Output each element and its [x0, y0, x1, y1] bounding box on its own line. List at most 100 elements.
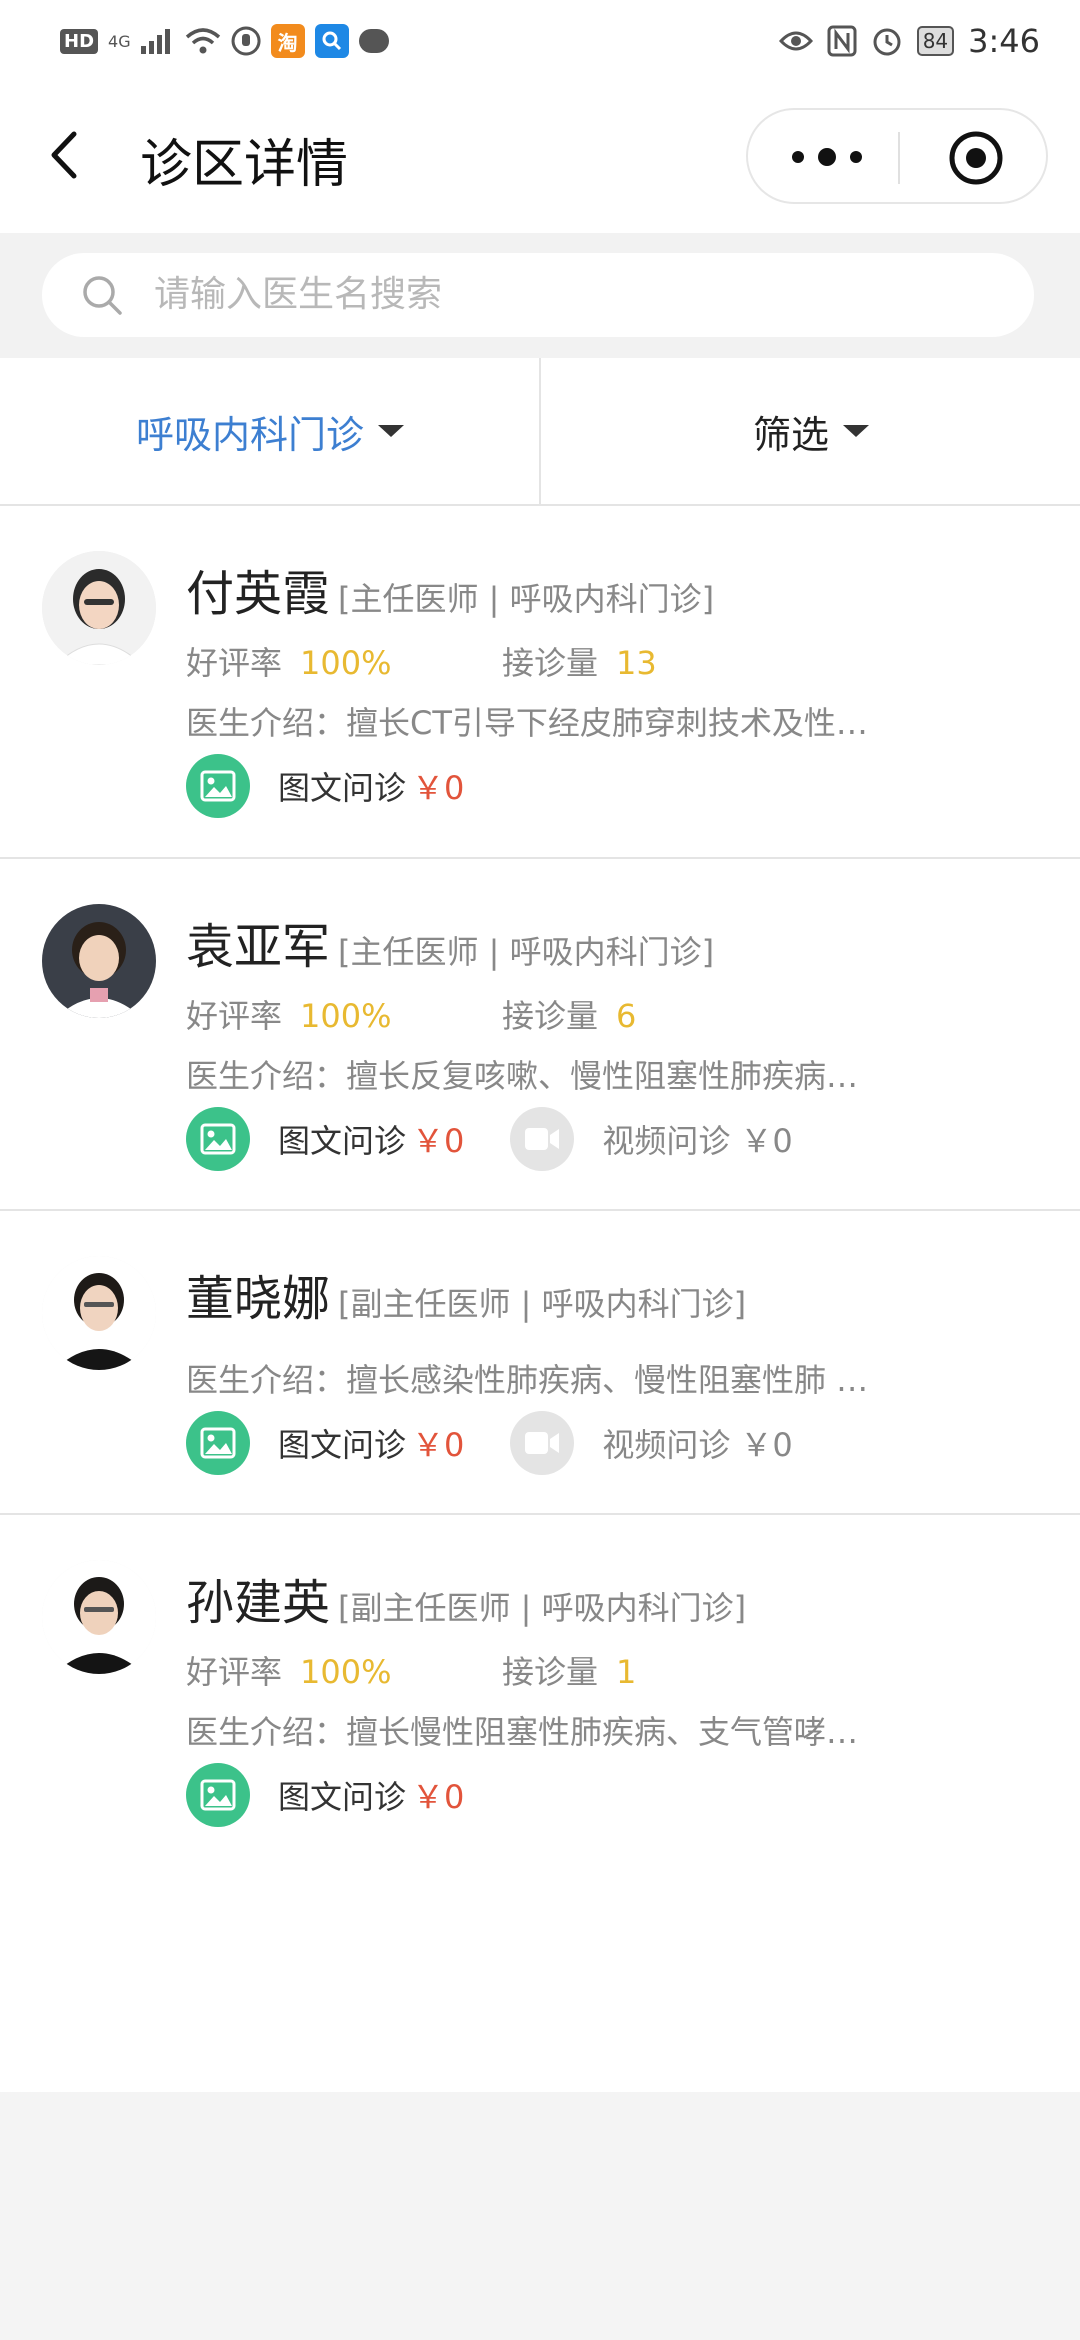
doctor-name-row: 董晓娜 [副主任医师 | 呼吸内科门诊]	[186, 1259, 746, 1329]
rating-stat: 好评率 100%	[186, 638, 392, 684]
network-type-icon: 4G	[108, 31, 131, 51]
doctor-list: 付英霞 [主任医师 | 呼吸内科门诊] 好评率 100% 接诊量 13 医生介绍：擅长…	[0, 506, 1080, 2092]
filter-label: 筛选	[752, 412, 829, 457]
doctor-title-tag: [副主任医师 | 呼吸内科门诊]	[338, 1589, 747, 1627]
doctor-name: 董晓娜	[186, 1271, 331, 1327]
capsule-divider	[898, 132, 900, 184]
chevron-down-icon	[843, 425, 869, 437]
page-title: 诊区详情	[140, 135, 349, 195]
doctor-name: 付英霞	[186, 566, 331, 622]
visits-stat: 接诊量 6	[502, 991, 636, 1037]
visits-stat: 接诊量 1	[502, 1647, 636, 1693]
doctor-intro: 医生介绍：擅长CT引导下经皮肺穿刺技术及性…	[186, 704, 868, 742]
doctor-name-row: 袁亚军 [主任医师 | 呼吸内科门诊]	[186, 907, 714, 977]
nav-bar: 诊区详情	[0, 80, 1080, 233]
search-section: 请输入医生名搜索	[0, 233, 1080, 358]
doctor-avatar	[42, 1256, 156, 1370]
hd-icon: HD	[60, 28, 99, 54]
battery-icon: 84	[916, 26, 955, 56]
doctor-title-tag: [主任医师 | 呼吸内科门诊]	[338, 580, 715, 618]
rating-label: 好评率	[186, 997, 283, 1035]
more-dots-icon[interactable]	[792, 140, 862, 174]
doctor-card[interactable]: 孙建英 [副主任医师 | 呼吸内科门诊] 好评率 100% 接诊量 1 医生介绍：擅长…	[0, 1515, 1080, 1835]
rating-label: 好评率	[186, 1653, 283, 1691]
visits-value: 6	[616, 997, 637, 1035]
visits-label: 接诊量	[502, 1653, 599, 1691]
filter-bar: 呼吸内科门诊 筛选	[0, 358, 1080, 506]
filter-dropdown[interactable]: 筛选	[541, 358, 1080, 504]
search-icon	[80, 273, 124, 317]
video-consult-price: ￥0	[740, 1426, 793, 1464]
service-row: 图文问诊 ￥0	[186, 1763, 464, 1827]
rating-value: 100%	[300, 997, 392, 1035]
rating-value: 100%	[300, 1653, 392, 1691]
visits-label: 接诊量	[502, 644, 599, 682]
text-consult-price: ￥0	[412, 769, 465, 807]
doctor-avatar	[42, 551, 156, 665]
wifi-icon	[185, 27, 221, 55]
service-row: 图文问诊 ￥0 视频问诊 ￥0	[186, 1107, 793, 1171]
doctor-title-tag: [主任医师 | 呼吸内科门诊]	[338, 933, 715, 971]
rating-stat: 好评率 100%	[186, 1647, 392, 1693]
status-bar: HD 4G 淘 84 3:46	[0, 0, 1080, 80]
text-consult-label[interactable]: 图文问诊	[278, 1420, 406, 1466]
text-consult-label[interactable]: 图文问诊	[278, 1772, 406, 1818]
text-consult-label[interactable]: 图文问诊	[278, 763, 406, 809]
video-consult-label: 视频问诊	[602, 1426, 731, 1464]
video-camera-icon	[510, 1107, 575, 1171]
image-icon[interactable]	[186, 754, 250, 818]
text-consult-price: ￥0	[412, 1122, 465, 1160]
service-row: 图文问诊 ￥0 视频问诊 ￥0	[186, 1411, 793, 1475]
search-app-icon	[314, 24, 349, 58]
doctor-intro: 医生介绍：擅长反复咳嗽、慢性阻塞性肺疾病…	[186, 1057, 859, 1095]
video-consult-label: 视频问诊	[602, 1122, 731, 1160]
doctor-name: 孙建英	[186, 1575, 331, 1631]
text-consult-label[interactable]: 图文问诊	[278, 1116, 406, 1162]
video-consult[interactable]: 视频问诊 ￥0	[510, 1107, 793, 1171]
doctor-avatar	[42, 904, 156, 1018]
miniprogram-capsule	[746, 108, 1048, 204]
doctor-card[interactable]: 董晓娜 [副主任医师 | 呼吸内科门诊] 医生介绍：擅长感染性肺疾病、慢性阻塞性肺…	[0, 1211, 1080, 1515]
image-icon[interactable]	[186, 1107, 250, 1171]
doctor-name-row: 孙建英 [副主任医师 | 呼吸内科门诊]	[186, 1563, 746, 1633]
eye-icon	[778, 29, 813, 53]
visits-value: 1	[616, 1653, 637, 1691]
alarm-icon	[871, 25, 903, 57]
video-consult-price: ￥0	[740, 1122, 793, 1160]
image-icon[interactable]	[186, 1411, 250, 1475]
back-arrow-icon[interactable]	[40, 120, 100, 190]
status-time: 3:46	[968, 22, 1040, 60]
chevron-down-icon	[378, 425, 404, 437]
signal-icon	[140, 28, 175, 54]
search-placeholder: 请输入医生名搜索	[154, 274, 443, 315]
visits-stat: 接诊量 13	[502, 638, 657, 684]
service-row: 图文问诊 ￥0	[186, 754, 464, 818]
doctor-card[interactable]: 袁亚军 [主任医师 | 呼吸内科门诊] 好评率 100% 接诊量 6 医生介绍：擅长反…	[0, 859, 1080, 1211]
taobao-app-icon: 淘	[270, 24, 305, 58]
text-consult-price: ￥0	[412, 1778, 465, 1816]
video-consult[interactable]: 视频问诊 ￥0	[510, 1411, 793, 1475]
nfc-icon	[827, 25, 857, 57]
department-label: 呼吸内科门诊	[135, 412, 364, 457]
rating-value: 100%	[300, 644, 392, 682]
video-camera-icon	[510, 1411, 575, 1475]
doctor-intro: 医生介绍：擅长感染性肺疾病、慢性阻塞性肺 …	[186, 1361, 869, 1399]
doctor-card[interactable]: 付英霞 [主任医师 | 呼吸内科门诊] 好评率 100% 接诊量 13 医生介绍：擅长…	[0, 506, 1080, 859]
doctor-intro: 医生介绍：擅长慢性阻塞性肺疾病、支气管哮…	[186, 1713, 859, 1751]
department-dropdown[interactable]: 呼吸内科门诊	[0, 358, 540, 504]
doctor-title-tag: [副主任医师 | 呼吸内科门诊]	[338, 1285, 747, 1323]
rating-label: 好评率	[186, 644, 283, 682]
doctor-avatar	[42, 1560, 156, 1674]
close-target-icon[interactable]	[948, 130, 1004, 186]
doctor-name: 袁亚军	[186, 919, 331, 975]
visits-value: 13	[616, 644, 657, 682]
visits-label: 接诊量	[502, 997, 599, 1035]
doctor-name-row: 付英霞 [主任医师 | 呼吸内科门诊]	[186, 554, 714, 624]
search-input[interactable]: 请输入医生名搜索	[42, 253, 1034, 337]
text-consult-price: ￥0	[412, 1426, 465, 1464]
image-icon[interactable]	[186, 1763, 250, 1827]
rating-stat: 好评率 100%	[186, 991, 392, 1037]
message-icon	[358, 29, 389, 53]
page-bottom	[0, 2092, 1080, 2340]
hand-icon	[231, 26, 261, 56]
